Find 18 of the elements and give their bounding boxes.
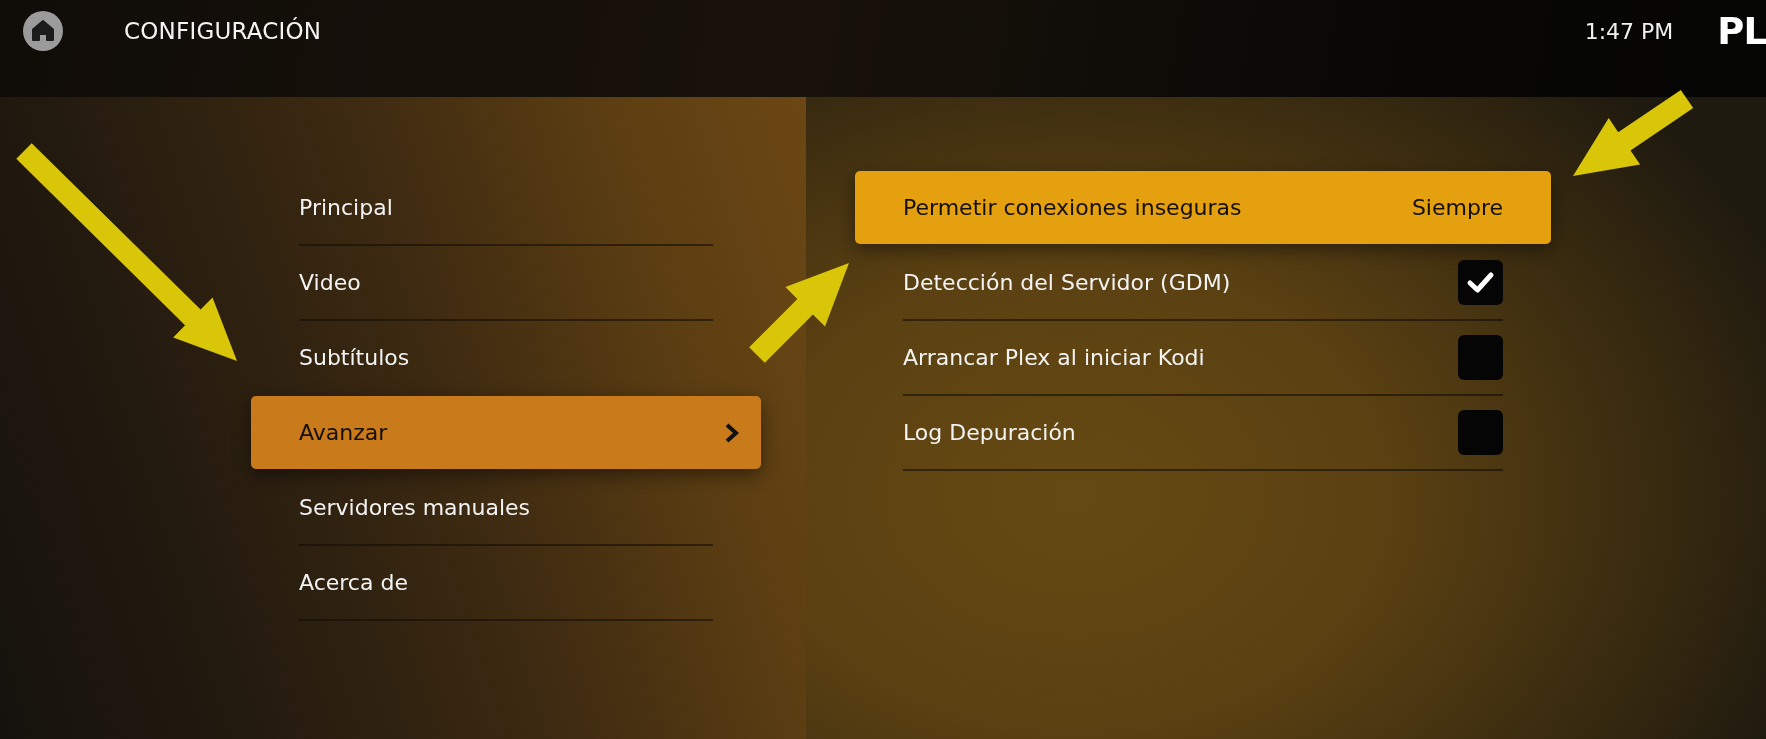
home-icon[interactable] — [23, 11, 63, 51]
menu-item[interactable]: Acerca de — [251, 546, 761, 619]
setting-row[interactable]: Arrancar Plex al iniciar Kodi — [855, 321, 1551, 394]
chevron-right-icon — [725, 422, 739, 443]
page-title: CONFIGURACIÓN — [124, 18, 322, 44]
menu-item[interactable]: Servidores manuales — [251, 471, 761, 544]
menu-item[interactable]: Principal — [251, 171, 761, 244]
setting-row[interactable]: Permetir conexiones inseguras Siempre — [855, 171, 1551, 244]
logo-text: PL — [1717, 9, 1766, 53]
menu-item[interactable]: Video — [251, 246, 761, 319]
menu-item[interactable]: Avanzar — [251, 396, 761, 469]
clock-time: 1:47 PM — [1584, 18, 1674, 44]
checkbox[interactable] — [1458, 410, 1503, 455]
checkbox[interactable] — [1458, 260, 1503, 305]
checkbox[interactable] — [1458, 335, 1503, 380]
menu-item[interactable]: Subtítulos — [251, 321, 761, 394]
setting-row[interactable]: Log Depuración — [855, 396, 1551, 469]
setting-row[interactable]: Detección del Servidor (GDM) — [855, 246, 1551, 319]
